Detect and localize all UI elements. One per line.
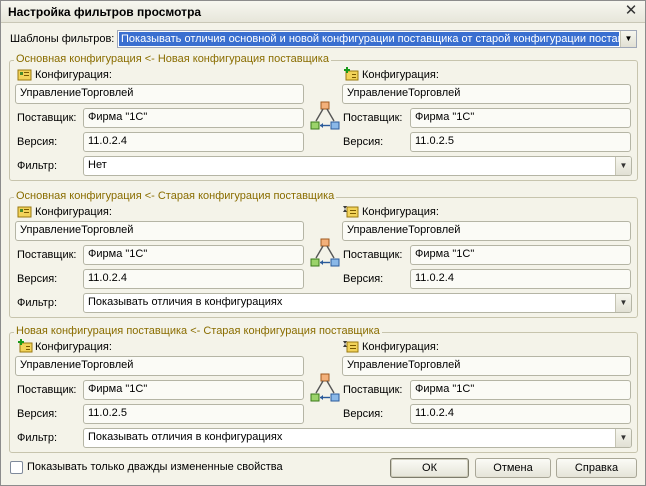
left-version-label: Версия: bbox=[17, 408, 58, 420]
compare-arrows-icon bbox=[310, 238, 340, 268]
filter-label: Фильтр: bbox=[17, 160, 58, 172]
left-vendor-label: Поставщик: bbox=[17, 384, 77, 396]
filter-value: Показывать отличия в конфигурациях bbox=[88, 431, 283, 443]
filter-value: Показывать отличия в конфигурациях bbox=[88, 296, 283, 308]
right-config-label: Конфигурация: bbox=[362, 341, 439, 353]
filter-select[interactable]: Показывать отличия в конфигурациях ▼ bbox=[83, 293, 632, 313]
right-config-field[interactable]: УправлениеТорговлей bbox=[342, 221, 631, 241]
right-version-field[interactable]: 11.0.2.4 bbox=[410, 404, 631, 424]
right-vendor-label: Поставщик: bbox=[343, 384, 403, 396]
right-config-field[interactable]: УправлениеТорговлей bbox=[342, 84, 631, 104]
filter-label: Фильтр: bbox=[17, 432, 58, 444]
vendor-config-icon bbox=[17, 339, 33, 353]
left-vendor-label: Поставщик: bbox=[17, 112, 77, 124]
left-version-label: Версия: bbox=[17, 273, 58, 285]
left-vendor-field[interactable]: Фирма "1С" bbox=[83, 380, 304, 400]
compare-arrows-icon bbox=[310, 101, 340, 131]
left-config-label: Конфигурация: bbox=[35, 69, 112, 81]
left-version-label: Версия: bbox=[17, 136, 58, 148]
title-bar: Настройка фильтров просмотра ✕ bbox=[1, 1, 645, 23]
only-double-changed-label: Показывать только дважды измененные свой… bbox=[27, 461, 283, 473]
group-title: Основная конфигурация <- Старая конфигур… bbox=[14, 190, 337, 202]
left-version-field[interactable]: 11.0.2.5 bbox=[83, 404, 304, 424]
right-version-field[interactable]: 11.0.2.4 bbox=[410, 269, 631, 289]
old-vendor-config-icon bbox=[343, 204, 359, 218]
filter-templates-value: Показывать отличия основной и новой конф… bbox=[119, 32, 619, 46]
main-config-icon bbox=[17, 67, 33, 81]
right-vendor-field[interactable]: Фирма "1С" bbox=[410, 245, 631, 265]
filter-label: Фильтр: bbox=[17, 297, 58, 309]
left-config-field[interactable]: УправлениеТорговлей bbox=[15, 356, 304, 376]
left-version-field[interactable]: 11.0.2.4 bbox=[83, 132, 304, 152]
vendor-config-icon bbox=[343, 67, 359, 81]
left-vendor-field[interactable]: Фирма "1С" bbox=[83, 108, 304, 128]
right-vendor-label: Поставщик: bbox=[343, 249, 403, 261]
right-config-label: Конфигурация: bbox=[362, 69, 439, 81]
main-config-icon bbox=[17, 204, 33, 218]
right-vendor-field[interactable]: Фирма "1С" bbox=[410, 108, 631, 128]
filter-templates-select[interactable]: Показывать отличия основной и новой конф… bbox=[117, 30, 637, 48]
close-icon[interactable]: ✕ bbox=[623, 3, 639, 19]
right-version-field[interactable]: 11.0.2.5 bbox=[410, 132, 631, 152]
compare-arrows-icon bbox=[310, 373, 340, 403]
group-title: Основная конфигурация <- Новая конфигура… bbox=[14, 53, 331, 65]
filter-select[interactable]: Показывать отличия в конфигурациях ▼ bbox=[83, 428, 632, 448]
right-vendor-label: Поставщик: bbox=[343, 112, 403, 124]
only-double-changed-checkbox[interactable] bbox=[10, 461, 23, 474]
filter-templates-label: Шаблоны фильтров: bbox=[10, 33, 115, 45]
left-vendor-label: Поставщик: bbox=[17, 249, 77, 261]
group-title: Новая конфигурация поставщика <- Старая … bbox=[14, 325, 382, 337]
right-vendor-field[interactable]: Фирма "1С" bbox=[410, 380, 631, 400]
left-version-field[interactable]: 11.0.2.4 bbox=[83, 269, 304, 289]
right-version-label: Версия: bbox=[343, 136, 384, 148]
left-config-field[interactable]: УправлениеТорговлей bbox=[15, 84, 304, 104]
left-config-field[interactable]: УправлениеТорговлей bbox=[15, 221, 304, 241]
chevron-down-icon[interactable]: ▼ bbox=[615, 157, 631, 175]
help-button[interactable]: Справка bbox=[556, 458, 637, 478]
right-version-label: Версия: bbox=[343, 408, 384, 420]
right-config-label: Конфигурация: bbox=[362, 206, 439, 218]
left-vendor-field[interactable]: Фирма "1С" bbox=[83, 245, 304, 265]
filter-value: Нет bbox=[88, 159, 107, 171]
filter-settings-dialog: Настройка фильтров просмотра ✕ Шаблоны ф… bbox=[0, 0, 646, 486]
filter-select[interactable]: Нет ▼ bbox=[83, 156, 632, 176]
left-config-label: Конфигурация: bbox=[35, 341, 112, 353]
left-config-label: Конфигурация: bbox=[35, 206, 112, 218]
right-config-field[interactable]: УправлениеТорговлей bbox=[342, 356, 631, 376]
chevron-down-icon[interactable]: ▼ bbox=[620, 31, 636, 47]
right-version-label: Версия: bbox=[343, 273, 384, 285]
window-title: Настройка фильтров просмотра bbox=[8, 5, 202, 19]
chevron-down-icon[interactable]: ▼ bbox=[615, 294, 631, 312]
old-vendor-config-icon bbox=[343, 339, 359, 353]
chevron-down-icon[interactable]: ▼ bbox=[615, 429, 631, 447]
ok-button[interactable]: ОК bbox=[390, 458, 469, 478]
cancel-button[interactable]: Отмена bbox=[475, 458, 551, 478]
